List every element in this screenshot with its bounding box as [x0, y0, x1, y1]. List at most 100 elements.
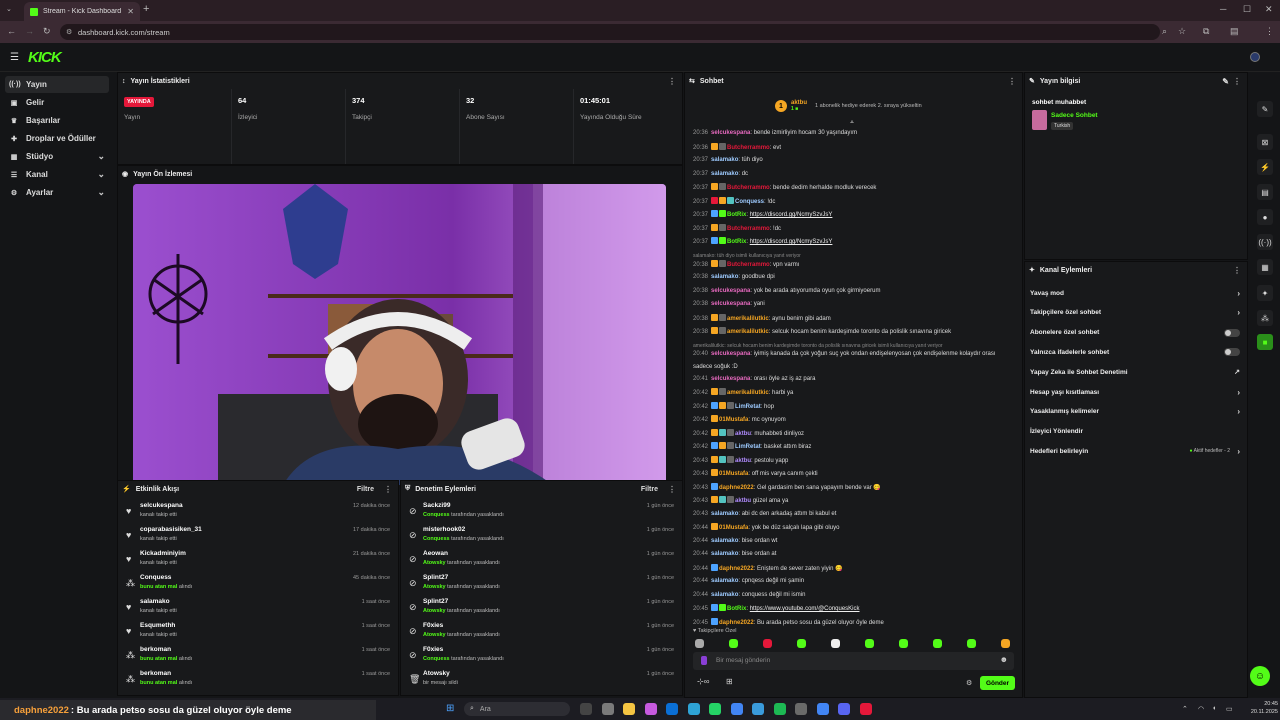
feed-row[interactable]: ♥ selcukespana kanalı takip etti 12 dakika … [118, 501, 398, 525]
feed-row[interactable]: ⁂ berkoman bunu atan mal alındı 1 saat önce [118, 669, 398, 693]
feed-row[interactable]: ⁂ berkoman bunu atan mal alındı 1 saat önce [118, 645, 398, 669]
user-avatar[interactable] [1250, 52, 1260, 62]
chat-username[interactable]: daphne2022 [719, 620, 754, 626]
chat-username[interactable]: aktbu [735, 498, 751, 504]
chat-username[interactable]: 01Mustafa [719, 417, 748, 423]
feed-row[interactable]: ⁂ Conquess bunu atan mal alındı 45 dakika ö… [118, 573, 398, 597]
sidebar-item[interactable]: ⚙ Ayarlar ⌄ [5, 184, 109, 201]
chat-message[interactable]: 20:43 salamako: abi dc den arkadaş attım … [693, 510, 1010, 519]
pen-icon[interactable]: ✎ [1257, 101, 1273, 117]
sidebar-item[interactable]: ☰ Kanal ⌄ [5, 166, 109, 183]
sidebar-item[interactable]: ((·)) Yayın [5, 76, 109, 93]
green-app-icon[interactable]: ■ [1257, 334, 1273, 350]
sidebar-item[interactable]: ▣ Gelir [5, 94, 109, 111]
doc-icon[interactable]: ▤ [1257, 184, 1273, 200]
chat-settings-icon[interactable]: ⚙ [966, 679, 972, 687]
chat-message[interactable]: 20:37 BotRix: https://discord.gg/NcmySzvJ… [693, 210, 1010, 220]
chat-link[interactable]: https://www.youtube.com/@ConquesKick [750, 606, 860, 612]
emote-icon[interactable] [763, 639, 772, 648]
feed-row[interactable]: ♥ Kickadminiyim kanalı takip etti 21 dakika… [118, 549, 398, 573]
channel-action-row[interactable]: Hedefleri belirleyin ● Aktif hedefler - 2… [1030, 442, 1242, 460]
taskbar-app-icon[interactable] [580, 703, 592, 715]
chat-username[interactable]: BotRix [727, 606, 746, 612]
chat-message[interactable]: 20:42 amerikalilutkic: harbi ya [693, 388, 1010, 398]
mic-icon[interactable] [701, 656, 707, 665]
reload-icon[interactable]: ↻ [43, 26, 51, 37]
chat-message[interactable]: 20:43 aktbu güzel ama ya [693, 496, 1010, 506]
chat-username[interactable]: salamako [711, 157, 738, 163]
chat-username[interactable]: daphne2022 [719, 566, 754, 572]
chat-username[interactable]: BotRix [727, 239, 746, 245]
taskbar-app-icon[interactable] [773, 703, 786, 715]
more-options-icon[interactable]: ⋮ [384, 485, 392, 494]
bookmark-star-icon[interactable]: ☆ [1178, 26, 1186, 37]
chat-username[interactable]: selcukespana [711, 351, 750, 357]
browser-menu-icon[interactable]: ⋮ [1265, 26, 1274, 37]
channel-action-row[interactable]: Yapay Zeka ile Sohbet Denetimi ↗ [1030, 363, 1242, 381]
channel-action-row[interactable]: İzleyici Yönlendir [1030, 423, 1242, 441]
feed-row[interactable]: 🗑 Atowsky bir mesajı sildi 1 gün önce [401, 669, 682, 693]
chat-username[interactable]: LimRetat [735, 444, 761, 450]
external-link-icon[interactable]: ↗ [1234, 368, 1240, 376]
channel-action-row[interactable]: Abonelere özel sohbet [1030, 324, 1242, 342]
chat-username[interactable]: daphne2022 [719, 485, 754, 491]
chat-username[interactable]: BotRix [727, 212, 746, 218]
emote-icon[interactable] [831, 639, 840, 648]
feed-row[interactable]: ⊘ Aeowan Atowsky tarafından yasaklandı 1 gü… [401, 549, 682, 573]
collapse-icon[interactable]: ⩡ [850, 119, 854, 127]
chat-message[interactable]: 20:36 Butcherrammo: evt [693, 142, 1010, 153]
emote-icon[interactable] [899, 639, 908, 648]
battery-icon[interactable]: ▭ [1226, 705, 1233, 713]
share-icon[interactable]: ⁂ [1257, 310, 1273, 326]
chat-username[interactable]: salamako [711, 538, 738, 544]
chevron-right-icon[interactable]: › [1237, 289, 1240, 298]
toggle-switch[interactable] [1224, 348, 1240, 357]
category-name[interactable]: Sadece Sohbet [1051, 112, 1098, 119]
chat-username[interactable]: selcukespana [711, 130, 750, 136]
volume-icon[interactable]: ◖ [1212, 705, 1216, 712]
more-options-icon[interactable]: ⋮ [668, 77, 676, 86]
chat-username[interactable]: amerikalilutkic [727, 390, 769, 396]
chat-username[interactable]: salamako [711, 592, 738, 598]
chat-username[interactable]: salamako [711, 274, 738, 280]
chat-message[interactable]: 20:37 salamako: tüh diyo [693, 156, 1010, 165]
more-options-icon[interactable]: ⋮ [1233, 77, 1241, 86]
chat-link[interactable]: https://discord.gg/NcmySzvJsY [750, 239, 833, 245]
taskbar-app-icon[interactable] [795, 703, 807, 715]
chat-username[interactable]: Butcherrammo [727, 226, 770, 232]
chevron-right-icon[interactable]: › [1237, 407, 1240, 416]
sidebar-item[interactable]: ✚ Droplar ve Ödüller [5, 130, 109, 147]
chevron-down-icon[interactable]: ⌄ [97, 187, 105, 198]
chat-username[interactable]: selcukespana [711, 288, 750, 294]
chat-message[interactable]: 20:38 selcukespana: yok be arada atıyorum… [693, 287, 1010, 296]
tab-list-icon[interactable]: ⌄ [6, 5, 12, 13]
feed-row[interactable]: ⊘ Splint27 Atowsky tarafından yasaklandı 1 … [401, 573, 682, 597]
chat-message[interactable]: 20:38 amerikalilutkic: selcuk hocam benim… [693, 327, 1010, 337]
emote-icon[interactable] [729, 639, 738, 648]
taskbar-app-icon[interactable] [730, 703, 743, 715]
chat-username[interactable]: salamako [711, 511, 738, 517]
taskbar-app-icon[interactable] [644, 703, 657, 715]
wrench-icon[interactable]: ✦ [1257, 285, 1273, 301]
more-options-icon[interactable]: ⋮ [1233, 266, 1241, 275]
site-info-icon[interactable]: ⚙ [66, 28, 72, 36]
help-chat-button[interactable]: ☺ [1250, 666, 1270, 686]
chat-username[interactable]: Butcherrammo [727, 262, 770, 268]
zoom-icon[interactable]: ⌕ [1162, 26, 1167, 37]
send-button[interactable]: Gönder [980, 676, 1015, 690]
close-icon[interactable]: ✕ [127, 7, 134, 16]
feed-row[interactable]: ⊘ F0xies Atowsky tarafından yasaklandı 1 gü… [401, 621, 682, 645]
chat-username[interactable]: salamako [711, 171, 738, 177]
taskbar-app-icon[interactable] [601, 703, 614, 715]
chat-message[interactable]: 20:45 BotRix: https://www.youtube.com/@Co… [693, 604, 1010, 614]
back-icon[interactable]: ← [7, 26, 16, 36]
taskbar-app-icon[interactable] [666, 703, 678, 715]
sidebar-item[interactable]: ▦ Stüdyo ⌄ [5, 148, 109, 165]
taskbar-app-icon[interactable] [687, 703, 700, 715]
chat-message[interactable]: 20:37 Butcherrammo: bende dedim herhalde … [693, 183, 1010, 193]
browser-tab[interactable]: Stream - Kick Dashboard ✕ [24, 2, 140, 21]
chat-username[interactable]: Conquess [735, 199, 764, 205]
chat-username[interactable]: selcukespana [711, 376, 750, 382]
chat-link[interactable]: https://discord.gg/NcmySzvJsY [750, 212, 833, 218]
chat-username[interactable]: selcukespana [711, 301, 750, 307]
